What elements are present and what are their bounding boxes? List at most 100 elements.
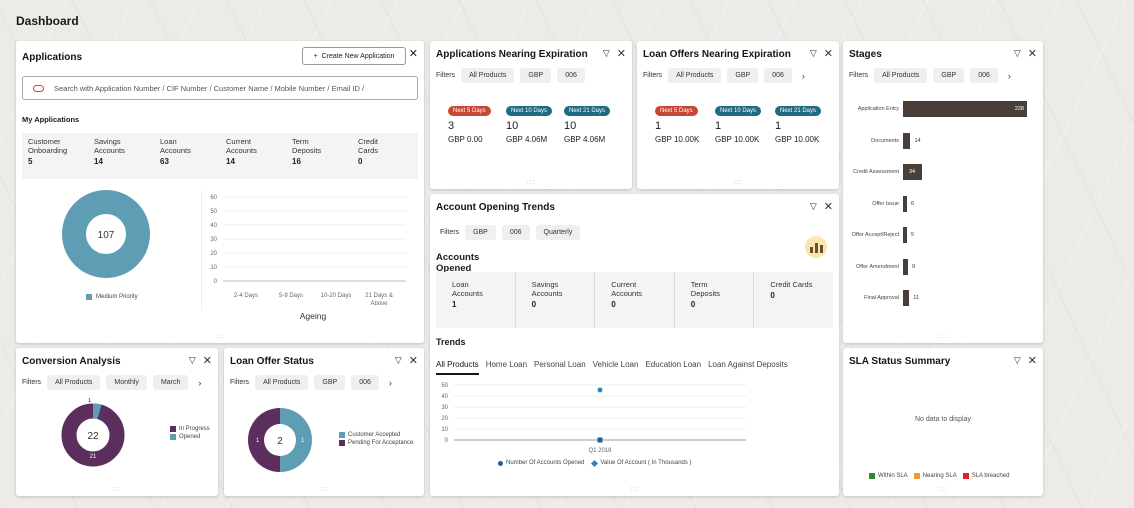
filter-chip[interactable]: All Products	[461, 68, 515, 83]
close-icon[interactable]: ✕	[824, 200, 833, 213]
count-cell[interactable]: Term Deposits 0	[675, 272, 755, 328]
stage-row[interactable]: Offer Issue 6	[843, 195, 914, 212]
count-cell[interactable]: Current Accounts 14	[220, 133, 286, 179]
stage-bar[interactable]	[903, 132, 911, 149]
drag-handle[interactable]: :::	[320, 487, 328, 493]
legend-item[interactable]: Pending For Acceptance	[339, 440, 413, 446]
drag-handle[interactable]: :::	[939, 334, 947, 340]
count-cell[interactable]: Savings Accounts 0	[516, 272, 596, 328]
close-icon[interactable]: ✕	[824, 47, 833, 60]
stage-bar[interactable]	[903, 258, 908, 275]
filter-chip[interactable]: Quarterly	[535, 225, 581, 240]
filter-chip[interactable]: 006	[351, 375, 379, 390]
filter-chip[interactable]: 006	[970, 68, 998, 83]
drag-handle[interactable]: :::	[630, 487, 638, 493]
data-point-value-of-account[interactable]	[597, 387, 603, 393]
filter-icon[interactable]: ▽	[395, 355, 402, 366]
filter-icon[interactable]: ▽	[189, 355, 196, 366]
legend-label: Medium Priority	[96, 294, 138, 300]
count-cell[interactable]: Loan Accounts 63	[154, 133, 220, 179]
filter-chip[interactable]: All Products	[874, 68, 928, 83]
filter-icon[interactable]: ▽	[810, 201, 817, 212]
tab-vehicle-loan[interactable]: Vehicle Loan	[593, 360, 639, 375]
stage-row[interactable]: Application Entry 228	[843, 101, 1027, 117]
filter-chip[interactable]: All Products	[255, 375, 309, 390]
chevron-right-icon[interactable]: ›	[798, 71, 809, 81]
legend-item[interactable]: Customer Accepted	[339, 432, 413, 438]
filter-chip[interactable]: GBP	[933, 68, 965, 83]
tab-personal-loan[interactable]: Personal Loan	[534, 360, 586, 375]
legend-item[interactable]: Value Of Account ( In Thousands )	[591, 459, 692, 467]
stage-bar[interactable]: 34	[903, 164, 922, 180]
loan-offer-column[interactable]: Next 10 Days 1 GBP 10.00K	[715, 105, 771, 144]
close-icon[interactable]: ✕	[409, 47, 418, 60]
drag-handle[interactable]: :::	[734, 180, 742, 186]
count-cell[interactable]: Savings Accounts 14	[88, 133, 154, 179]
stage-bar[interactable]	[903, 195, 907, 212]
stage-row[interactable]: Final Approval 11	[843, 290, 919, 306]
count-cell[interactable]: Current Accounts 0	[595, 272, 675, 328]
legend-item[interactable]: Nearing SLA	[913, 473, 957, 479]
legend-item[interactable]: In Progress	[170, 426, 210, 432]
filter-chip[interactable]: March	[152, 375, 189, 390]
filter-icon[interactable]: ▽	[603, 48, 610, 59]
legend-item[interactable]: Opened	[170, 434, 210, 440]
stage-row[interactable]: Offer Amendment 9	[843, 258, 915, 275]
loan-offer-column[interactable]: Next 21 Days 1 GBP 10.00K	[775, 105, 831, 144]
drag-handle[interactable]: :::	[527, 180, 535, 186]
legend-item[interactable]: SLA breached	[962, 473, 1009, 479]
drag-handle[interactable]: :::	[113, 487, 121, 493]
filter-chip[interactable]: GBP	[465, 225, 496, 240]
close-icon[interactable]: ✕	[1028, 354, 1037, 367]
filter-chip[interactable]: 006	[557, 68, 585, 83]
data-point-accounts-opened[interactable]	[597, 437, 603, 443]
filter-icon[interactable]: ▽	[1014, 355, 1021, 366]
expiration-column[interactable]: Next 10 Days 10 GBP 4.06M	[506, 105, 558, 144]
stage-bar[interactable]	[903, 227, 907, 243]
loan-offers-card: Loan Offers Nearing Expiration ▽ ✕ Filte…	[637, 41, 839, 189]
expiration-column[interactable]: Next 5 Days 3 GBP 0.00	[448, 105, 500, 144]
filter-chip[interactable]: 006	[764, 68, 792, 83]
stage-row[interactable]: Documents 14	[843, 132, 921, 149]
tab-home-loan[interactable]: Home Loan	[486, 360, 527, 375]
count-cell[interactable]: Credit Cards 0	[754, 272, 833, 328]
stage-row[interactable]: Offer Accept/Reject 5	[843, 227, 914, 243]
donut-slice-opened[interactable]	[92, 403, 102, 420]
chevron-right-icon[interactable]: ›	[1004, 71, 1015, 81]
application-search-input[interactable]: Search with Application Number / CIF Num…	[22, 76, 418, 100]
y-tick: 30	[210, 237, 217, 243]
count-cell[interactable]: Loan Accounts 1	[436, 272, 516, 328]
close-icon[interactable]: ✕	[1028, 47, 1037, 60]
legend-item[interactable]: Within SLA	[869, 473, 908, 479]
filter-chip[interactable]: GBP	[727, 68, 759, 83]
stage-bar[interactable]: 228	[903, 101, 1027, 117]
count-cell[interactable]: Term Deposits 16	[286, 133, 352, 179]
tab-loan-against-deposits[interactable]: Loan Against Deposits	[708, 360, 788, 375]
tab-education-loan[interactable]: Education Loan	[645, 360, 701, 375]
stage-bar[interactable]	[903, 290, 910, 306]
filter-chip[interactable]: GBP	[520, 68, 552, 83]
filter-chip[interactable]: GBP	[314, 375, 346, 390]
close-icon[interactable]: ✕	[203, 354, 212, 367]
count-cell[interactable]: Credit Cards 0	[352, 133, 418, 179]
close-icon[interactable]: ✕	[617, 47, 626, 60]
tab-all-products[interactable]: All Products	[436, 360, 479, 375]
chevron-right-icon[interactable]: ›	[385, 378, 396, 388]
chevron-right-icon[interactable]: ›	[194, 378, 205, 388]
filter-chip[interactable]: All Products	[47, 375, 101, 390]
filter-icon[interactable]: ▽	[810, 48, 817, 59]
count-cell[interactable]: Customer Onboarding 5	[22, 133, 88, 179]
create-new-application-button[interactable]: + Create New Application	[302, 47, 406, 65]
conversion-card: Conversion Analysis ▽ ✕ Filters All Prod…	[16, 348, 218, 496]
filter-chip[interactable]: Monthly	[106, 375, 147, 390]
filter-chip[interactable]: All Products	[668, 68, 722, 83]
drag-handle[interactable]: :::	[939, 487, 947, 493]
filter-chip[interactable]: 006	[501, 225, 530, 240]
drag-handle[interactable]: :::	[216, 334, 224, 340]
filter-icon[interactable]: ▽	[1014, 48, 1021, 59]
expiration-column[interactable]: Next 21 Days 10 GBP 4.06M	[564, 105, 616, 144]
loan-offer-column[interactable]: Next 5 Days 1 GBP 10.00K	[655, 105, 711, 144]
legend-item[interactable]: Number Of Accounts Opened	[498, 460, 584, 466]
stage-row[interactable]: Credit Assessment 34	[843, 164, 922, 180]
close-icon[interactable]: ✕	[409, 354, 418, 367]
